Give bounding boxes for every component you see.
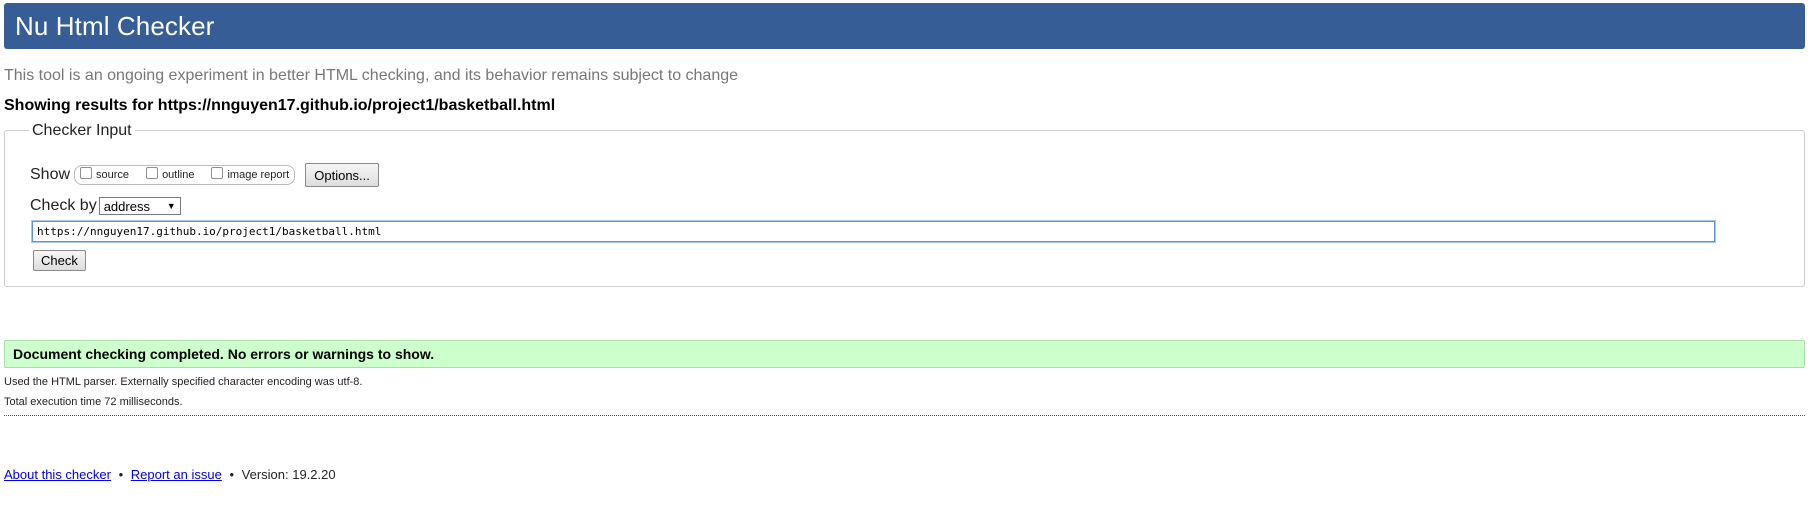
outline-checkbox-label[interactable]: outline <box>162 169 194 181</box>
image-report-checkbox-label[interactable]: image report <box>227 169 289 181</box>
dropdown-arrow-icon: ▼ <box>166 201 176 211</box>
show-label: Show <box>30 166 71 183</box>
outline-checkbox[interactable] <box>146 167 159 179</box>
footer: About this checker • Report an issue • V… <box>4 467 336 482</box>
page-title: Nu Html Checker <box>15 10 215 41</box>
showing-results-heading: Showing results for https://nnguyen17.gi… <box>4 97 556 114</box>
report-issue-link[interactable]: Report an issue <box>131 467 222 482</box>
source-checkbox[interactable] <box>80 167 93 179</box>
check-by-row: Check by address ▼ <box>30 197 181 215</box>
options-button[interactable]: Options... <box>305 163 379 187</box>
parser-info: Used the HTML parser. Externally specifi… <box>4 376 363 388</box>
header-bar: Nu Html Checker <box>4 3 1805 49</box>
check-by-label: Check by <box>30 197 97 214</box>
image-report-checkbox[interactable] <box>211 167 224 179</box>
show-options-row: Show source outline image report Options… <box>30 163 379 187</box>
checker-input-legend: Checker Input <box>29 122 135 140</box>
checker-input-fieldset: Checker Input <box>4 122 1805 287</box>
show-options-group: source outline image report <box>74 165 296 185</box>
execution-time-info: Total execution time 72 milliseconds. <box>4 396 183 408</box>
source-checkbox-label[interactable]: source <box>96 169 129 181</box>
tagline: This tool is an ongoing experiment in be… <box>4 67 739 84</box>
check-by-select[interactable]: address ▼ <box>98 197 181 215</box>
divider <box>4 415 1805 416</box>
check-button[interactable]: Check <box>33 250 86 271</box>
footer-separator: • <box>229 467 235 482</box>
footer-separator: • <box>118 467 124 482</box>
success-message: Document checking completed. No errors o… <box>4 340 1805 368</box>
about-checker-link[interactable]: About this checker <box>4 467 111 482</box>
check-by-selected-value: address <box>103 198 150 214</box>
page: Nu Html Checker This tool is an ongoing … <box>0 0 1812 516</box>
version-text: Version: 19.2.20 <box>241 467 336 482</box>
url-input[interactable]: https://nnguyen17.github.io/project1/bas… <box>32 221 1715 242</box>
